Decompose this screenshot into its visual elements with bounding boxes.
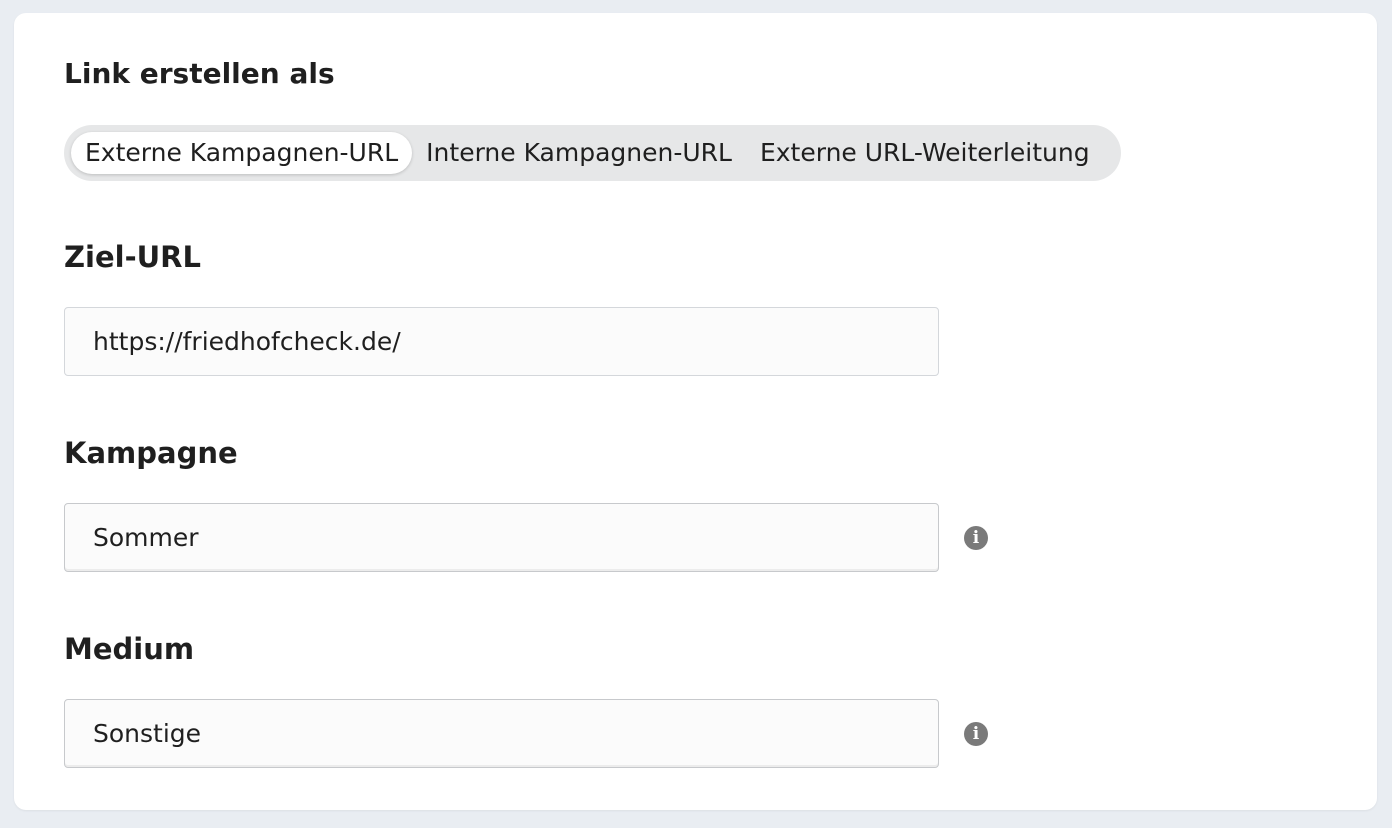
campaign-label: Kampagne [64,436,238,470]
info-icon[interactable]: i [964,722,988,746]
info-icon[interactable]: i [964,526,988,550]
link-type-heading: Link erstellen als [64,57,335,90]
link-type-segmented-control: Externe Kampagnen-URL Interne Kampagnen-… [64,125,1121,181]
campaign-input[interactable] [64,503,939,572]
medium-label: Medium [64,632,195,666]
medium-input[interactable] [64,699,939,768]
target-url-input[interactable] [64,307,939,376]
segment-externe-kampagnen-url[interactable]: Externe Kampagnen-URL [71,132,413,174]
segment-externe-url-weiterleitung[interactable]: Externe URL-Weiterleitung [760,132,1090,174]
segment-interne-kampagnen-url[interactable]: Interne Kampagnen-URL [426,132,732,174]
target-url-label: Ziel-URL [64,240,201,274]
link-builder-card: Link erstellen als Externe Kampagnen-URL… [14,13,1377,810]
